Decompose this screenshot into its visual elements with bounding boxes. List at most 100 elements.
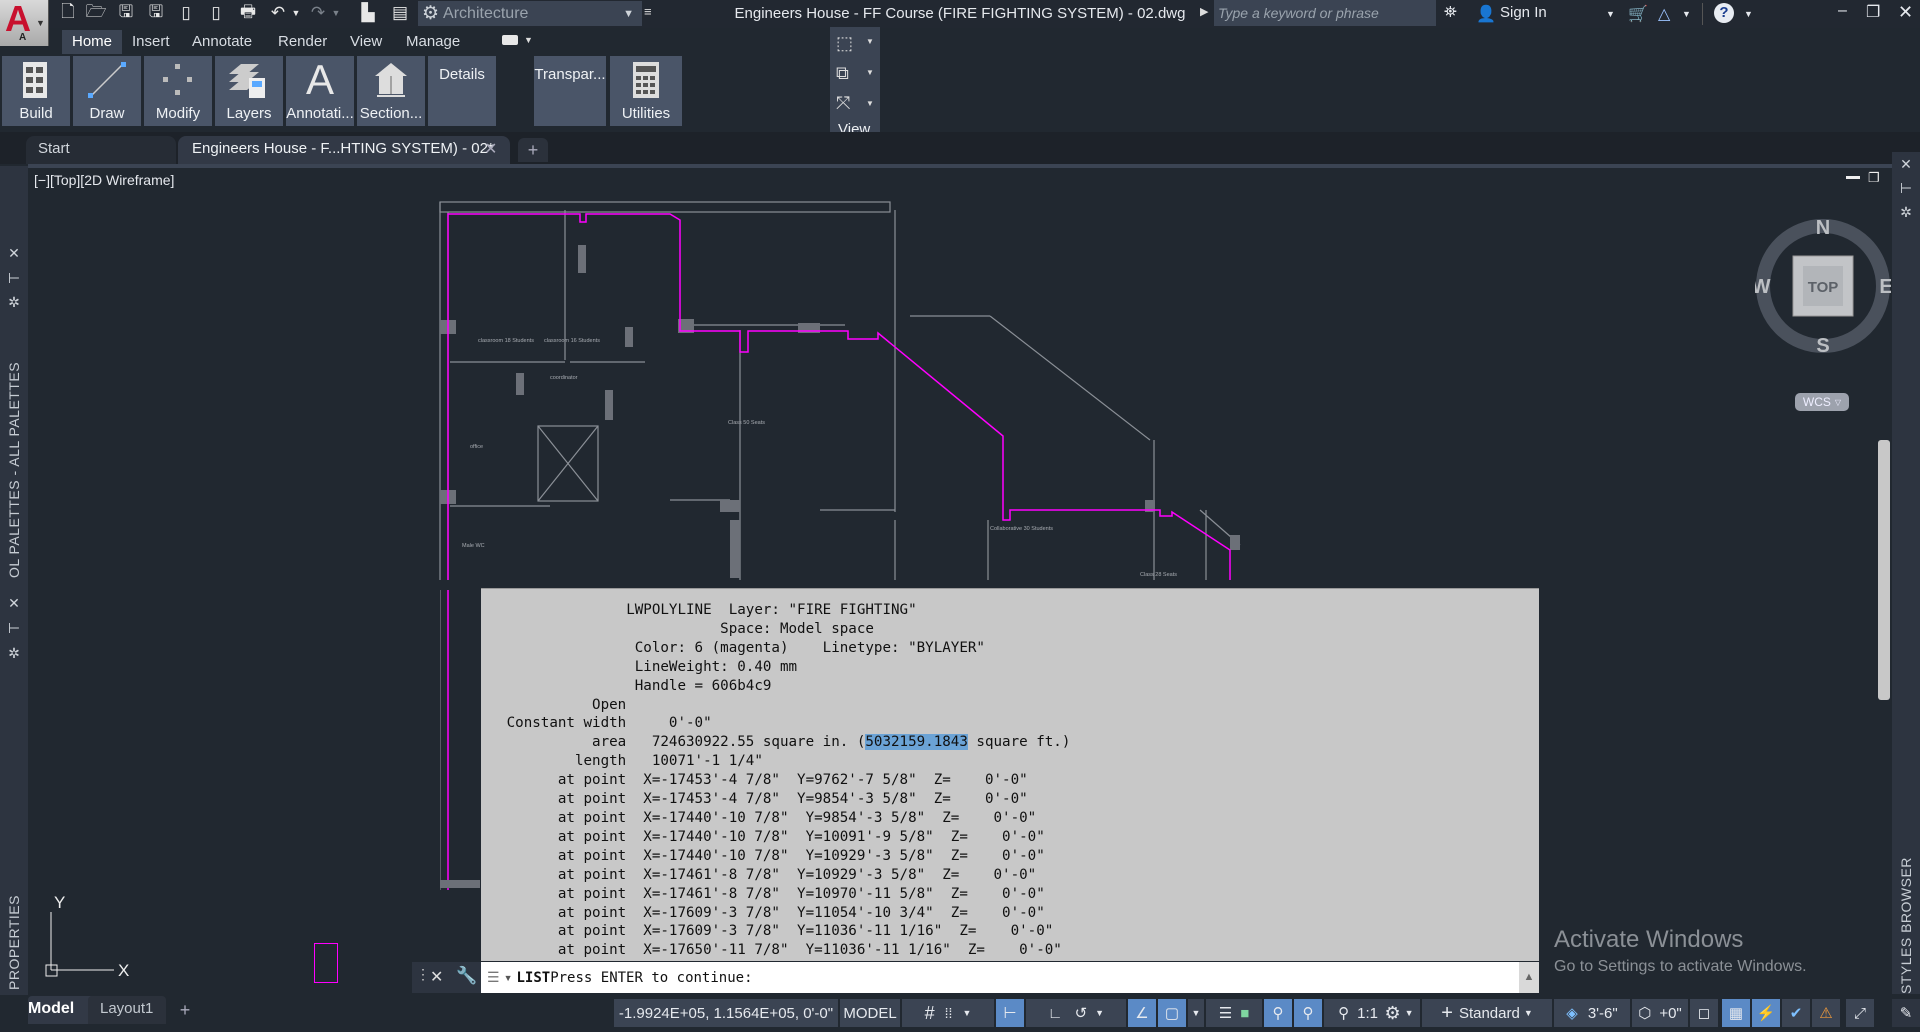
tab-start[interactable]: Start — [26, 136, 176, 164]
viewport-controls[interactable]: [−][Top][2D Wireframe] — [34, 172, 174, 188]
panel-annotation[interactable]: A Annotati... — [286, 56, 354, 126]
workspace-switch[interactable]: ⚙ ▼ — [1378, 999, 1420, 1027]
drag-handle[interactable]: ⋮ — [416, 966, 430, 983]
panel-modify[interactable]: Modify — [144, 56, 212, 126]
panel-details[interactable]: Details — [428, 56, 496, 126]
share-icon[interactable]: ▯ — [206, 3, 226, 23]
chevron-down-icon[interactable]: ▼ — [866, 37, 874, 46]
layer-key-toggle[interactable]: ✔ — [1782, 999, 1810, 1027]
sheet-set-icon[interactable]: ▤ — [390, 3, 410, 23]
visual-style-cube-icon[interactable]: ⬚ — [836, 33, 853, 54]
fullscreen-toggle[interactable]: ⤢ — [1846, 999, 1874, 1027]
grid-icon[interactable]: # — [925, 1003, 935, 1024]
cart-icon[interactable]: 🛒 — [1628, 4, 1648, 24]
panel-transparency[interactable]: Transpar... — [534, 56, 606, 126]
close-command-line-icon[interactable]: ✕ — [430, 967, 443, 987]
viewport-minimize-icon[interactable] — [1846, 176, 1860, 179]
undo-icon[interactable]: ↶ — [268, 3, 288, 23]
tool-palettes-tab[interactable]: OL PALETTES - ALL PALETTES — [6, 362, 22, 578]
ribbon-tab-manage[interactable]: Manage — [396, 30, 470, 54]
zoom-extents-icon[interactable]: ⤧ — [836, 93, 850, 114]
open-icon[interactable]: 🗁 — [85, 2, 106, 23]
help-dropdown-icon[interactable]: ▼ — [1744, 9, 1753, 19]
palette-settings-icon[interactable]: ✲ — [1896, 204, 1916, 221]
polar-tracking-icon[interactable]: ↺ — [1075, 1004, 1088, 1022]
panel-build[interactable]: Build — [2, 56, 70, 126]
ribbon-minimize-icon[interactable] — [502, 35, 518, 45]
selected-area-value[interactable]: 5032159.1843 — [865, 734, 968, 751]
viewport-config-icon[interactable]: ⧉ — [836, 63, 849, 84]
palette-settings-icon[interactable]: ✲ — [4, 294, 24, 311]
compass-east[interactable]: E — [1879, 276, 1891, 298]
search-expand-icon[interactable]: ▶ — [1200, 5, 1208, 18]
hardware-acceleration-toggle[interactable]: ▦ — [1722, 999, 1750, 1027]
minimize-button[interactable]: – — [1838, 2, 1847, 20]
object-snap-dropdown[interactable]: ▼ — [1188, 999, 1204, 1027]
save-as-icon[interactable]: 🖫 — [146, 2, 166, 23]
new-layout-button[interactable]: + — [172, 997, 198, 1023]
autohide-icon[interactable]: ⊢ — [1896, 180, 1916, 197]
application-menu-button[interactable]: A A ▼ — [0, 0, 49, 46]
a360-icon[interactable]: △ — [1658, 4, 1670, 24]
redo-icon[interactable]: ↷ — [308, 3, 328, 23]
batch-publish-icon[interactable]: ▙ — [358, 3, 378, 23]
close-palette-icon[interactable]: ✕ — [4, 245, 24, 262]
binoculars-icon[interactable]: ⛯ — [1444, 4, 1457, 22]
compass-west[interactable]: W — [1755, 276, 1771, 298]
chevron-down-icon[interactable]: ▼ — [866, 68, 874, 77]
autoscale-toggle[interactable]: ⚲ — [1294, 999, 1322, 1027]
close-tab-icon[interactable]: ✕ — [484, 139, 497, 159]
open-from-web-icon[interactable]: ▯ — [176, 3, 196, 23]
object-snap-toggle[interactable]: ▢ — [1158, 999, 1186, 1027]
palette-settings-icon[interactable]: ✲ — [4, 645, 24, 662]
undo-dropdown-icon[interactable]: ▼ — [286, 3, 306, 23]
close-palette-icon[interactable]: ✕ — [4, 595, 24, 612]
workspace-dropdown[interactable]: ⚙ Architecture ▼ — [418, 1, 642, 26]
help-search-input[interactable]: Type a keyword or phrase — [1214, 0, 1436, 26]
lineweight-icon[interactable]: ☰ — [1219, 1004, 1232, 1022]
floor-plan-drawing[interactable]: classroom 18 Students classroom 16 Stude… — [430, 190, 1270, 590]
display-config-toggle[interactable]: ⚡ — [1752, 999, 1780, 1027]
autohide-icon[interactable]: ⊢ — [4, 620, 24, 637]
close-button[interactable]: ✕ — [1898, 2, 1913, 23]
ribbon-minimize-dropdown-icon[interactable]: ▼ — [524, 35, 533, 45]
close-palette-icon[interactable]: ✕ — [1896, 156, 1916, 173]
chevron-down-icon[interactable]: ▼ — [962, 1008, 971, 1018]
isodraft-toggle[interactable]: ∠ — [1128, 999, 1156, 1027]
command-history-toggle[interactable]: ▲ — [1519, 962, 1539, 993]
snap-icon[interactable]: ⁞⁞ — [945, 1005, 953, 1021]
viewcube[interactable]: TOP N S W E — [1755, 218, 1891, 354]
cut-plane[interactable]: ◈ 3'-6" — [1554, 999, 1630, 1027]
scrollbar-thumb[interactable] — [1878, 440, 1890, 700]
isolate-objects-toggle[interactable]: ◻ — [1690, 999, 1718, 1027]
command-history[interactable]: LWPOLYLINE Layer: "FIRE FIGHTING" Space:… — [481, 588, 1539, 961]
compass-south[interactable]: S — [1816, 335, 1829, 354]
a360-dropdown-icon[interactable]: ▼ — [1682, 9, 1691, 19]
layout-tab-layout1[interactable]: Layout1 — [88, 996, 166, 1024]
sign-in-dropdown-icon[interactable]: ▼ — [1606, 9, 1615, 19]
save-icon[interactable]: 🖫 — [116, 2, 136, 23]
surface-warnings-toggle[interactable]: ⚠ — [1812, 999, 1840, 1027]
panel-utilities[interactable]: Utilities — [610, 56, 682, 126]
chevron-down-icon[interactable]: ▼ — [504, 973, 513, 983]
new-icon[interactable]: 🗋 — [58, 2, 78, 23]
coordinates-readout[interactable]: -1.9924E+05, 1.1564E+05, 0'-0" — [614, 999, 838, 1027]
model-space-toggle[interactable]: MODEL — [840, 999, 900, 1027]
plot-icon[interactable]: 🖶 — [238, 2, 258, 23]
properties-palette-tab[interactable]: PROPERTIES — [6, 895, 22, 990]
panel-layers[interactable]: Layers — [215, 56, 283, 126]
tab-active-drawing[interactable]: Engineers House - F...HTING SYSTEM) - 02… — [178, 136, 510, 164]
customize-wrench-icon[interactable]: 🔧 — [456, 966, 477, 986]
chevron-down-icon[interactable]: ▼ — [1095, 1008, 1104, 1018]
elevation-offset[interactable]: ⬡ +0" — [1632, 999, 1688, 1027]
ribbon-tab-view[interactable]: View — [340, 30, 392, 54]
panel-section[interactable]: Section... — [357, 56, 425, 126]
chevron-down-icon[interactable]: ▼ — [866, 99, 874, 108]
style-selector[interactable]: + Standard ▼ — [1422, 999, 1552, 1027]
recent-commands-icon[interactable]: ☰ — [487, 969, 500, 986]
compass-north[interactable]: N — [1816, 218, 1830, 239]
ribbon-tab-annotate[interactable]: Annotate — [182, 30, 262, 54]
ortho-icon[interactable]: ∟ — [1048, 1005, 1063, 1022]
ucs-menu[interactable]: WCS ▽ — [1795, 393, 1849, 411]
restore-button[interactable]: ❐ — [1866, 2, 1880, 22]
